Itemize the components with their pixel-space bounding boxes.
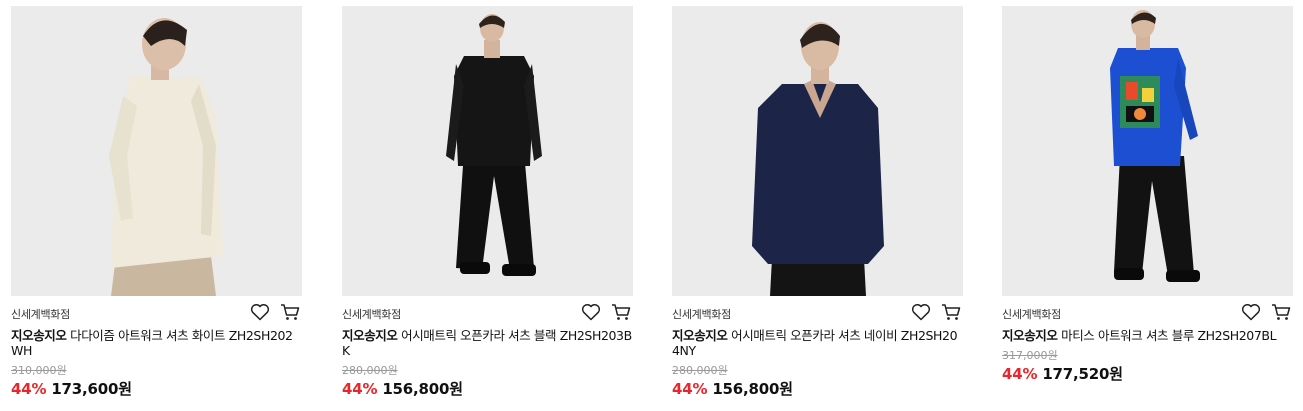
product-title[interactable]: 지오송지오 마티스 아트워크 셔츠 블루 ZH2SH207BL — [1002, 328, 1293, 343]
product-image[interactable] — [672, 6, 963, 296]
product-title[interactable]: 지오송지오 어시매트릭 오픈카라 셔츠 네이비 ZH2SH204NY — [672, 328, 963, 358]
product-card[interactable]: 신세계백화점 지오송지오 어시매트릭 오픈카라 셔츠 블랙 ZH2SH203BK… — [342, 6, 633, 399]
product-image[interactable] — [11, 6, 302, 296]
product-card[interactable]: 신세계백화점 지오송지오 다다이즘 아트워크 셔츠 화이트 ZH2SH202WH… — [11, 6, 302, 399]
original-price: 280,000원 — [672, 364, 728, 377]
heart-icon[interactable] — [581, 303, 601, 321]
original-price: 280,000원 — [342, 364, 398, 377]
product-title[interactable]: 지오송지오 어시매트릭 오픈카라 셔츠 블랙 ZH2SH203BK — [342, 328, 633, 358]
brand-name: 지오송지오 — [342, 328, 398, 343]
product-title[interactable]: 지오송지오 다다이즘 아트워크 셔츠 화이트 ZH2SH202WH — [11, 328, 302, 358]
product-image[interactable] — [1002, 6, 1293, 296]
discount-rate: 44% — [672, 380, 708, 398]
brand-name: 지오송지오 — [672, 328, 728, 343]
original-price: 310,000원 — [11, 364, 67, 377]
product-card[interactable]: 신세계백화점 지오송지오 마티스 아트워크 셔츠 블루 ZH2SH207BL 3… — [1002, 6, 1293, 384]
store-name: 신세계백화점 — [342, 308, 401, 321]
heart-icon[interactable] — [1241, 303, 1261, 321]
brand-name: 지오송지오 — [1002, 328, 1058, 343]
original-price: 317,000원 — [1002, 349, 1058, 362]
store-name: 신세계백화점 — [672, 308, 731, 321]
product-card[interactable]: 신세계백화점 지오송지오 어시매트릭 오픈카라 셔츠 네이비 ZH2SH204N… — [672, 6, 963, 399]
store-name: 신세계백화점 — [1002, 308, 1061, 321]
sale-price: 177,520원 — [1042, 365, 1123, 383]
sale-price: 173,600원 — [51, 380, 132, 398]
cart-icon[interactable] — [1271, 303, 1291, 321]
heart-icon[interactable] — [250, 303, 270, 321]
discount-rate: 44% — [1002, 365, 1038, 383]
cart-icon[interactable] — [280, 303, 300, 321]
store-name: 신세계백화점 — [11, 308, 70, 321]
cart-icon[interactable] — [941, 303, 961, 321]
cart-icon[interactable] — [611, 303, 631, 321]
product-name: 마티스 아트워크 셔츠 블루 ZH2SH207BL — [1061, 328, 1277, 343]
heart-icon[interactable] — [911, 303, 931, 321]
brand-name: 지오송지오 — [11, 328, 67, 343]
discount-rate: 44% — [11, 380, 47, 398]
sale-price: 156,800원 — [712, 380, 793, 398]
product-image[interactable] — [342, 6, 633, 296]
discount-rate: 44% — [342, 380, 378, 398]
sale-price: 156,800원 — [382, 380, 463, 398]
